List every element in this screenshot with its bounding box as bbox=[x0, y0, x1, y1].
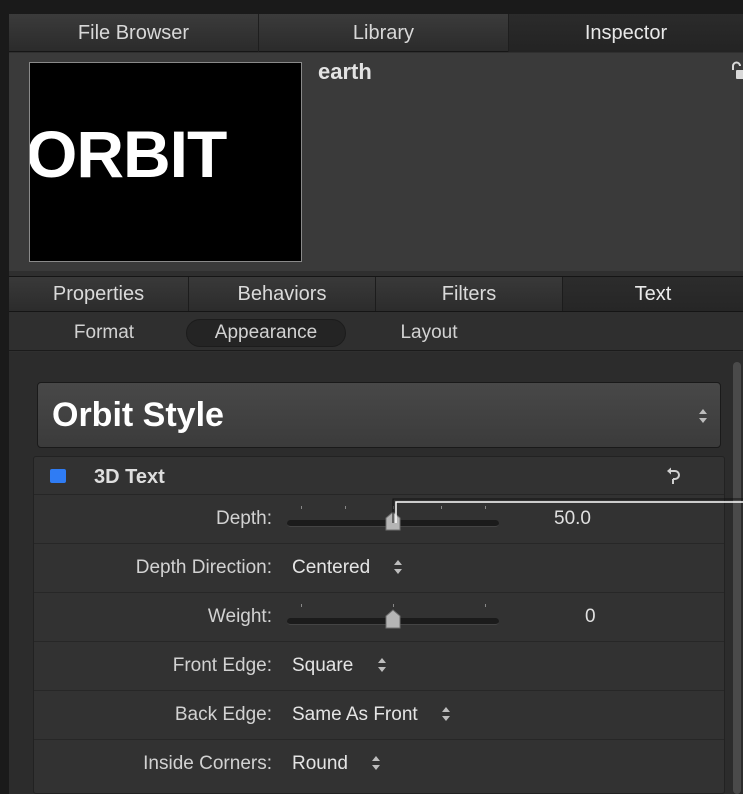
tab-filters[interactable]: Filters bbox=[376, 277, 563, 311]
window-frame-top bbox=[0, 0, 743, 14]
depth-label: Depth: bbox=[216, 508, 272, 529]
tab-file-browser[interactable]: File Browser bbox=[9, 14, 259, 52]
depth-direction-value: Centered bbox=[292, 557, 371, 578]
updown-arrows-icon bbox=[441, 707, 450, 721]
style-preset-name: Orbit Style bbox=[52, 396, 224, 434]
inside-corners-value: Round bbox=[292, 753, 348, 774]
inside-corners-popup[interactable]: Round bbox=[292, 753, 381, 775]
row-weight: Weight: 0 bbox=[34, 594, 724, 642]
group-header: 3D Text bbox=[34, 457, 724, 495]
reset-arrow-icon[interactable] bbox=[666, 467, 682, 485]
slider-thumb[interactable] bbox=[384, 609, 402, 629]
weight-label: Weight: bbox=[207, 606, 272, 627]
updown-arrows-icon bbox=[394, 560, 403, 574]
inspector-pane-tabs: Properties Behaviors Filters Text bbox=[9, 276, 743, 312]
text-sub-tabs: Format Appearance Layout bbox=[9, 313, 743, 351]
preview-thumbnail: ORBIT bbox=[29, 62, 302, 262]
back-edge-label: Back Edge: bbox=[174, 704, 272, 725]
back-edge-value: Same As Front bbox=[292, 704, 418, 725]
tab-properties[interactable]: Properties bbox=[9, 277, 189, 311]
3d-text-enable-checkbox[interactable] bbox=[50, 469, 66, 483]
depth-slider[interactable] bbox=[287, 506, 499, 531]
row-front-edge: Front Edge: Square bbox=[34, 643, 724, 691]
row-inside-corners: Inside Corners: Round bbox=[34, 741, 724, 789]
row-back-edge: Back Edge: Same As Front bbox=[34, 692, 724, 740]
3d-text-group: 3D Text Depth: 50.0 Depth Direction: Cen… bbox=[33, 456, 725, 794]
subtab-appearance[interactable]: Appearance bbox=[186, 319, 346, 347]
inspector-preview-area: ORBIT earth bbox=[9, 53, 743, 271]
depth-direction-label: Depth Direction: bbox=[135, 557, 272, 578]
group-title: 3D Text bbox=[94, 466, 165, 488]
style-preset-popup[interactable]: Orbit Style bbox=[37, 382, 721, 448]
back-edge-popup[interactable]: Same As Front bbox=[292, 704, 451, 726]
subtab-format[interactable]: Format bbox=[59, 319, 149, 347]
object-name: earth bbox=[318, 59, 372, 84]
front-edge-value: Square bbox=[292, 655, 354, 676]
weight-slider[interactable] bbox=[287, 604, 499, 629]
updown-arrows-icon bbox=[377, 658, 386, 672]
inspector-content: Orbit Style 3D Text Depth: 50.0 Depth Di… bbox=[9, 352, 743, 794]
vertical-scrollbar[interactable] bbox=[733, 362, 741, 794]
row-depth-direction: Depth Direction: Centered bbox=[34, 545, 724, 593]
front-edge-popup[interactable]: Square bbox=[292, 655, 387, 677]
subtab-layout[interactable]: Layout bbox=[386, 319, 472, 347]
depth-value[interactable]: 50.0 bbox=[554, 508, 591, 530]
updown-arrows-icon bbox=[699, 409, 707, 423]
thumbnail-text: ORBIT bbox=[29, 117, 227, 191]
tab-behaviors[interactable]: Behaviors bbox=[189, 277, 376, 311]
slider-thumb[interactable] bbox=[384, 511, 402, 531]
tab-inspector[interactable]: Inspector bbox=[509, 14, 743, 52]
tab-library[interactable]: Library bbox=[259, 14, 509, 52]
weight-value[interactable]: 0 bbox=[585, 606, 596, 628]
padlock-open-icon[interactable] bbox=[730, 61, 743, 81]
inside-corners-label: Inside Corners: bbox=[143, 753, 272, 774]
depth-direction-popup[interactable]: Centered bbox=[292, 557, 403, 579]
top-tab-bar: File Browser Library Inspector bbox=[9, 14, 743, 52]
window-frame-left bbox=[0, 0, 9, 794]
row-depth: Depth: 50.0 bbox=[34, 496, 724, 544]
tab-text[interactable]: Text bbox=[563, 277, 743, 311]
front-edge-label: Front Edge: bbox=[172, 655, 272, 676]
updown-arrows-icon bbox=[372, 756, 381, 770]
